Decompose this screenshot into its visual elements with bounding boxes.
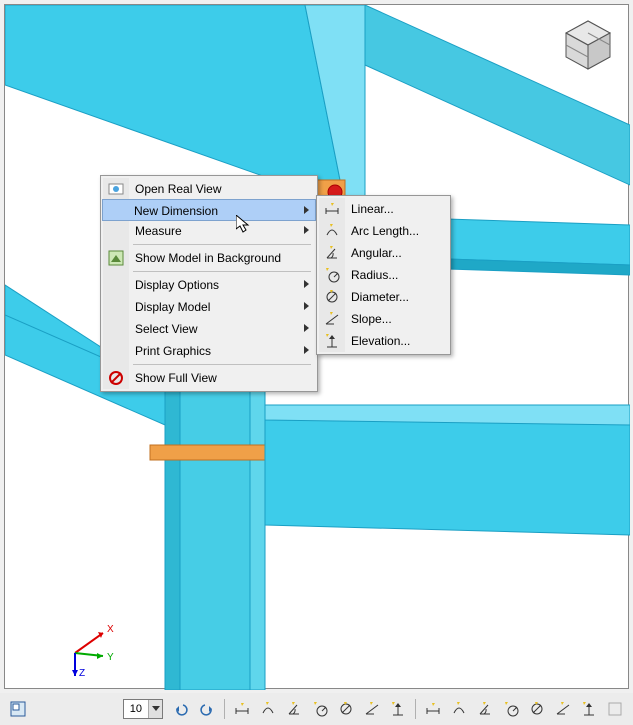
menu-item-show-full-view[interactable]: Show Full View [103, 367, 315, 389]
measure-slope-button[interactable] [551, 697, 575, 721]
arc-dim-button[interactable] [256, 697, 280, 721]
radius-dim-button[interactable] [308, 697, 332, 721]
menu-item-label: New Dimension [134, 204, 218, 218]
menu-item-display-model[interactable]: Display Model [103, 296, 315, 318]
svg-text:Z: Z [79, 668, 85, 678]
realview-icon [108, 181, 124, 197]
fullview-icon [108, 370, 124, 386]
submenu-arrow-icon [304, 346, 309, 354]
submenu-item-elevation-[interactable]: Elevation... [319, 330, 448, 352]
submenu-arrow-icon [304, 206, 309, 214]
submenu-arrow-icon [304, 280, 309, 288]
submenu-arrow-icon [304, 324, 309, 332]
svg-text:X: X [107, 624, 114, 635]
measure-arc-button[interactable] [447, 697, 471, 721]
zoom-value: 10 [124, 703, 148, 715]
menu-item-label: Show Full View [135, 371, 217, 385]
zoom-dropdown[interactable] [148, 700, 162, 718]
measure-radius-button[interactable] [499, 697, 523, 721]
menu-item-label: Open Real View [135, 182, 222, 196]
submenu-item-label: Radius... [351, 268, 398, 282]
menu-item-open-real-view[interactable]: Open Real View [103, 178, 315, 200]
submenu-item-radius-[interactable]: Radius... [319, 264, 448, 286]
redo-button[interactable] [195, 697, 219, 721]
diameter-dim-button[interactable] [334, 697, 358, 721]
menu-item-new-dimension[interactable]: New Dimension [102, 199, 316, 221]
menu-item-label: Display Options [135, 278, 219, 292]
menu-item-label: Select View [135, 322, 197, 336]
diameter-icon [324, 289, 340, 305]
submenu-item-linear-[interactable]: Linear... [319, 198, 448, 220]
svg-text:Y: Y [107, 652, 114, 663]
submenu-item-label: Elevation... [351, 334, 410, 348]
axis-gizmo: X Y Z [55, 608, 115, 668]
menu-item-measure[interactable]: Measure [103, 220, 315, 242]
context-menu: Open Real View New Dimension Measure Show M… [100, 175, 318, 392]
menu-item-select-view[interactable]: Select View [103, 318, 315, 340]
undo-button[interactable] [169, 697, 193, 721]
toolbar-separator [415, 699, 416, 719]
view-mode-toggle[interactable] [6, 697, 30, 721]
elevation-icon [324, 333, 340, 349]
submenu-item-slope-[interactable]: Slope... [319, 308, 448, 330]
measure-diameter-button[interactable] [525, 697, 549, 721]
toolbar-separator [224, 699, 225, 719]
submenu-item-arc-length-[interactable]: Arc Length... [319, 220, 448, 242]
view-cube[interactable] [560, 17, 616, 73]
linear-dim-button[interactable] [230, 697, 254, 721]
submenu-item-label: Linear... [351, 202, 394, 216]
arc-icon [324, 223, 340, 239]
slope-dim-button[interactable] [360, 697, 384, 721]
elevation-dim-button[interactable] [386, 697, 410, 721]
linear-icon [324, 201, 340, 217]
bottom-toolbar: 10 [0, 693, 633, 725]
submenu-item-diameter-[interactable]: Diameter... [319, 286, 448, 308]
angular-icon [324, 245, 340, 261]
menu-item-display-options[interactable]: Display Options [103, 274, 315, 296]
measure-blank-button[interactable] [603, 697, 627, 721]
menu-item-show-model-in-background[interactable]: Show Model in Background [103, 247, 315, 269]
submenu-item-label: Diameter... [351, 290, 409, 304]
submenu-item-angular-[interactable]: Angular... [319, 242, 448, 264]
menu-item-label: Print Graphics [135, 344, 211, 358]
menu-item-label: Display Model [135, 300, 210, 314]
menu-item-label: Show Model in Background [135, 251, 281, 265]
menu-item-label: Measure [135, 224, 182, 238]
measure-elevation-button[interactable] [577, 697, 601, 721]
measure-linear-button[interactable] [421, 697, 445, 721]
submenu-arrow-icon [304, 226, 309, 234]
submenu-item-label: Angular... [351, 246, 402, 260]
submenu-arrow-icon [304, 302, 309, 310]
angular-dim-button[interactable] [282, 697, 306, 721]
model-bg-icon [108, 250, 124, 266]
measure-angular-button[interactable] [473, 697, 497, 721]
new-dimension-submenu: Linear... Arc Length... Angular... Radius..… [316, 195, 451, 355]
submenu-item-label: Slope... [351, 312, 392, 326]
radius-icon [324, 267, 340, 283]
slope-icon [324, 311, 340, 327]
zoom-selector[interactable]: 10 [123, 699, 163, 719]
submenu-item-label: Arc Length... [351, 224, 419, 238]
menu-item-print-graphics[interactable]: Print Graphics [103, 340, 315, 362]
